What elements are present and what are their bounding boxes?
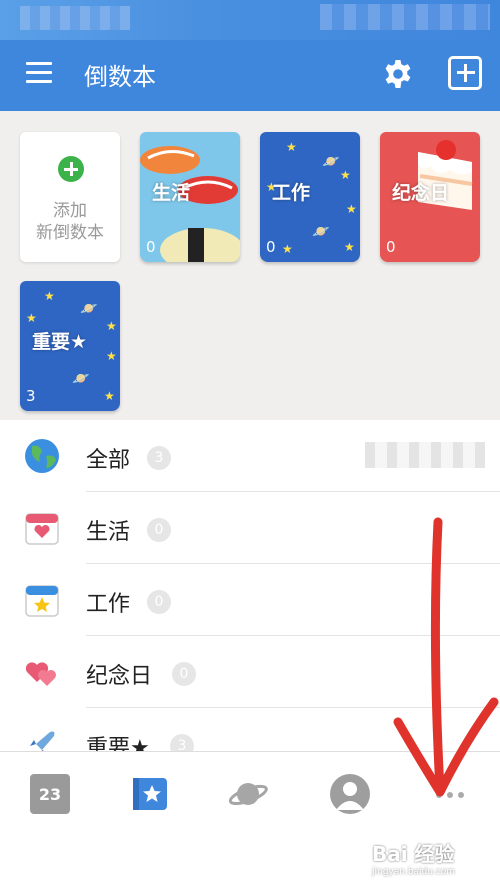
status-bar-blurred-right [320,4,490,30]
book-label: 重要★ [32,331,88,353]
app-title: 倒数本 [84,63,156,91]
list-item-label: 工作 [86,592,131,617]
count-badge: 0 [147,518,171,542]
book-card-work[interactable]: ★ ★ ★ 🪐 ★ 🪐 ★ ★ 工作 0 [260,132,360,262]
app-bar: 倒数本 [0,40,500,111]
calendar-tab-icon[interactable]: 23 [30,774,70,814]
book-count: 0 [266,238,276,256]
hearts-icon [25,662,56,686]
list-item-all[interactable]: 全部 3 [0,420,500,492]
planet-tab-icon[interactable] [228,774,268,814]
count-badge: 0 [147,590,171,614]
list-item-work[interactable]: 工作 0 [0,564,500,636]
plus-circle-icon [58,156,84,182]
list-item-life[interactable]: 生活 0 [0,492,500,564]
list-item-important[interactable]: 重要★ 3 [0,708,500,752]
calendar-star-icon [25,585,59,617]
book-label: 生活 [152,182,191,204]
baidu-watermark: Bai 经验 jingyan.baidu.com [372,842,456,877]
blurred-region [365,442,485,468]
list-item-anniversary[interactable]: 纪念日 0 [0,636,500,708]
more-tab-icon[interactable] [430,774,470,814]
globe-icon [25,439,59,473]
book-card-anniversary[interactable]: 纪念日 0 [380,132,480,262]
book-count: 3 [26,387,36,405]
list-item-label: 全部 [86,448,131,473]
status-bar [0,0,500,40]
book-label: 工作 [272,182,311,204]
calendar-heart-icon [25,513,59,545]
count-badge: 3 [170,734,194,752]
add-book-icon[interactable] [448,56,482,90]
rocket-icon [30,731,55,752]
status-bar-blurred-left [20,6,130,30]
add-new-book-card[interactable]: 添加 新倒数本 [20,132,120,262]
book-card-important[interactable]: ★ 🪐 ★ ★ ★ 🪐 ★ 重要★ 3 [20,281,120,411]
gear-icon[interactable] [382,58,414,90]
list-item-label: 重要★ [86,736,150,752]
count-badge: 0 [172,662,196,686]
list-item-label: 生活 [86,520,131,545]
book-count: 0 [146,238,156,256]
list-item-label: 纪念日 [86,664,153,689]
book-count: 0 [386,238,396,256]
hamburger-menu-icon[interactable] [26,62,52,84]
count-badge: 3 [147,446,171,470]
book-grid: 添加 新倒数本 生活 0 ★ ★ ★ 🪐 ★ 🪐 ★ ★ 工作 0 纪念日 0 … [0,111,500,420]
book-label: 纪念日 [392,182,450,204]
add-book-label: 添加 新倒数本 [36,201,104,243]
profile-tab-icon[interactable] [330,774,370,814]
book-card-life[interactable]: 生活 0 [140,132,240,262]
countdown-books-tab-icon[interactable] [130,774,170,814]
